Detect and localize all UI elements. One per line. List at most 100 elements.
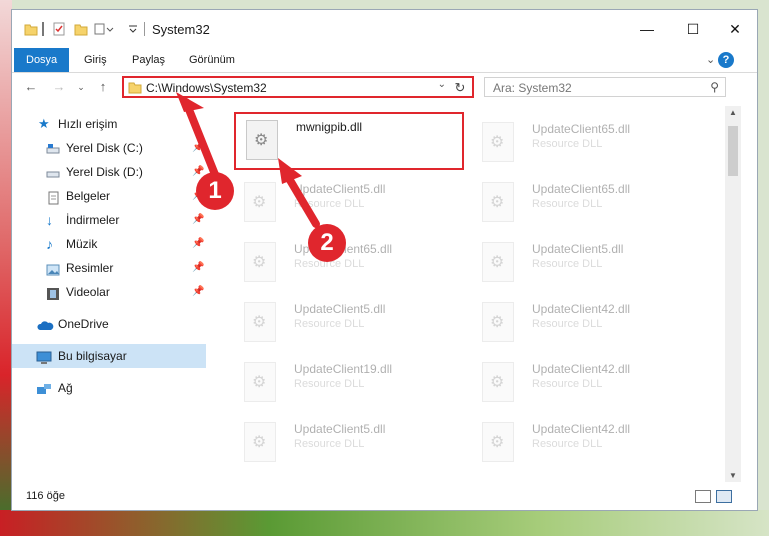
ribbon-tabs: Dosya Giriş Paylaş Görünüm ⌄ ?: [12, 48, 757, 73]
vertical-scrollbar[interactable]: ▲ ▼: [725, 106, 741, 482]
dll-file-icon: [244, 422, 276, 462]
sidebar-item-onedrive[interactable]: OneDrive: [12, 312, 206, 336]
sidebar-item-quick-access[interactable]: ★ Hızlı erişim: [12, 112, 206, 136]
dll-file-icon: [482, 302, 514, 342]
file-type: Resource DLL: [532, 198, 603, 210]
sidebar-item-label: OneDrive: [58, 317, 109, 331]
list-item[interactable]: UpdateClient19.dll Resource DLL: [234, 356, 464, 414]
pin-icon[interactable]: 📌: [192, 256, 204, 280]
step-badge-1: 1: [196, 172, 234, 210]
address-path: C:\Windows\System32: [146, 81, 267, 95]
cloud-icon: [36, 317, 54, 331]
tab-home[interactable]: Giriş: [72, 48, 119, 72]
sidebar-item-label: Ağ: [58, 381, 73, 395]
sidebar-item-this-pc[interactable]: Bu bilgisayar: [12, 344, 206, 368]
music-icon: ♪: [46, 236, 53, 252]
large-icons-view-icon[interactable]: [716, 490, 732, 503]
customize-toolbar-icon[interactable]: [126, 22, 140, 36]
back-arrow-icon[interactable]: ←: [22, 78, 40, 96]
computer-icon: [36, 349, 52, 364]
search-placeholder: Ara: System32: [493, 81, 572, 95]
drive-icon: [46, 141, 60, 155]
file-name: UpdateClient42.dll: [532, 362, 631, 376]
list-item[interactable]: UpdateClient65.dll Resource DLL: [234, 236, 464, 294]
help-icon[interactable]: ?: [718, 52, 734, 68]
tab-share[interactable]: Paylaş: [120, 48, 177, 72]
sidebar-item-videos[interactable]: Videolar 📌: [12, 280, 206, 304]
list-item[interactable]: UpdateClient5.dll Resource DLL: [472, 236, 702, 294]
details-view-icon[interactable]: [695, 490, 711, 503]
sidebar-item-local-disk-d[interactable]: Yerel Disk (D:) 📌: [12, 160, 206, 184]
dll-file-icon: [244, 242, 276, 282]
scroll-down-icon[interactable]: ▼: [725, 471, 741, 480]
minimize-button[interactable]: —: [624, 16, 670, 42]
step-badge-2: 2: [308, 224, 346, 262]
file-name: UpdateClient65.dll: [532, 122, 631, 136]
file-name: UpdateClient5.dll: [294, 302, 386, 316]
sidebar-item-label: Videolar: [66, 285, 110, 299]
list-item[interactable]: UpdateClient5.dll Resource DLL: [234, 296, 464, 354]
sidebar-item-network[interactable]: Ağ: [12, 376, 206, 400]
close-button[interactable]: ✕: [712, 16, 758, 42]
file-type: Resource DLL: [294, 318, 365, 330]
dll-file-icon: [482, 362, 514, 402]
search-input[interactable]: Ara: System32 ⚲: [484, 77, 726, 97]
dll-file-icon: [482, 242, 514, 282]
dll-file-icon: [244, 302, 276, 342]
explorer-window: System32 — ☐ ✕ Dosya Giriş Paylaş Görünü…: [12, 10, 757, 510]
address-bar[interactable]: C:\Windows\System32 ⌄ ↻: [122, 76, 474, 98]
list-item[interactable]: UpdateClient65.dll Resource DLL: [472, 116, 702, 174]
title-bar: System32 — ☐ ✕: [12, 10, 757, 48]
pin-icon[interactable]: 📌: [192, 136, 204, 160]
folder-icon: [24, 22, 38, 36]
dll-file-icon: [482, 122, 514, 162]
sidebar-item-pictures[interactable]: Resimler 📌: [12, 256, 206, 280]
sidebar-item-label: Belgeler: [66, 189, 111, 203]
separator: [42, 22, 44, 36]
tab-view[interactable]: Görünüm: [177, 48, 247, 72]
list-item[interactable]: mwnigpib.dll: [234, 112, 464, 170]
search-icon: ⚲: [710, 80, 719, 94]
up-arrow-icon[interactable]: ↑: [94, 78, 112, 96]
documents-icon: [46, 189, 60, 205]
list-item[interactable]: UpdateClient42.dll Resource DLL: [472, 296, 702, 354]
sidebar-item-label: Resimler: [66, 261, 114, 275]
view-options-icon[interactable]: [94, 22, 114, 36]
new-folder-icon[interactable]: [74, 22, 88, 36]
star-icon: ★: [38, 116, 50, 131]
chevron-down-icon[interactable]: ⌄: [438, 79, 446, 90]
pin-icon[interactable]: 📌: [192, 280, 204, 304]
tab-file[interactable]: Dosya: [14, 48, 70, 72]
file-type: Resource DLL: [532, 378, 603, 390]
video-icon: [46, 285, 60, 300]
sidebar-item-local-disk-c[interactable]: Yerel Disk (C:) 📌: [12, 136, 206, 160]
refresh-icon[interactable]: ↻: [452, 80, 468, 96]
list-item[interactable]: UpdateClient5.dll Resource DLL: [234, 176, 464, 234]
sidebar-item-label: İndirmeler: [66, 213, 120, 227]
file-name: UpdateClient42.dll: [532, 422, 631, 436]
pictures-icon: [46, 261, 60, 276]
pin-icon[interactable]: 📌: [192, 208, 204, 232]
recent-locations-icon[interactable]: ⌄: [72, 78, 90, 96]
forward-arrow-icon[interactable]: →: [50, 78, 68, 96]
list-item[interactable]: UpdateClient42.dll Resource DLL: [472, 356, 702, 414]
sidebar-item-music[interactable]: ♪ Müzik 📌: [12, 232, 206, 256]
list-item[interactable]: UpdateClient42.dll Resource DLL: [472, 416, 702, 474]
maximize-button[interactable]: ☐: [670, 16, 716, 42]
file-name: UpdateClient5.dll: [294, 422, 386, 436]
folder-icon: [128, 80, 142, 97]
file-type: Resource DLL: [532, 138, 603, 150]
file-type: Resource DLL: [532, 438, 603, 450]
navigation-pane: ★ Hızlı erişim Yerel Disk (C:) 📌 Yerel D…: [12, 110, 208, 482]
scrollbar-thumb[interactable]: [728, 126, 738, 176]
file-name: UpdateClient5.dll: [294, 182, 386, 196]
list-item[interactable]: UpdateClient65.dll Resource DLL: [472, 176, 702, 234]
file-name: UpdateClient42.dll: [532, 302, 631, 316]
file-name: UpdateClient65.dll: [532, 182, 631, 196]
properties-icon[interactable]: [52, 22, 66, 36]
list-item[interactable]: UpdateClient5.dll Resource DLL: [234, 416, 464, 474]
pin-icon[interactable]: 📌: [192, 232, 204, 256]
sidebar-item-downloads[interactable]: ↓ İndirmeler 📌: [12, 208, 206, 232]
sidebar-item-documents[interactable]: Belgeler 📌: [12, 184, 206, 208]
scroll-up-icon[interactable]: ▲: [725, 108, 741, 117]
